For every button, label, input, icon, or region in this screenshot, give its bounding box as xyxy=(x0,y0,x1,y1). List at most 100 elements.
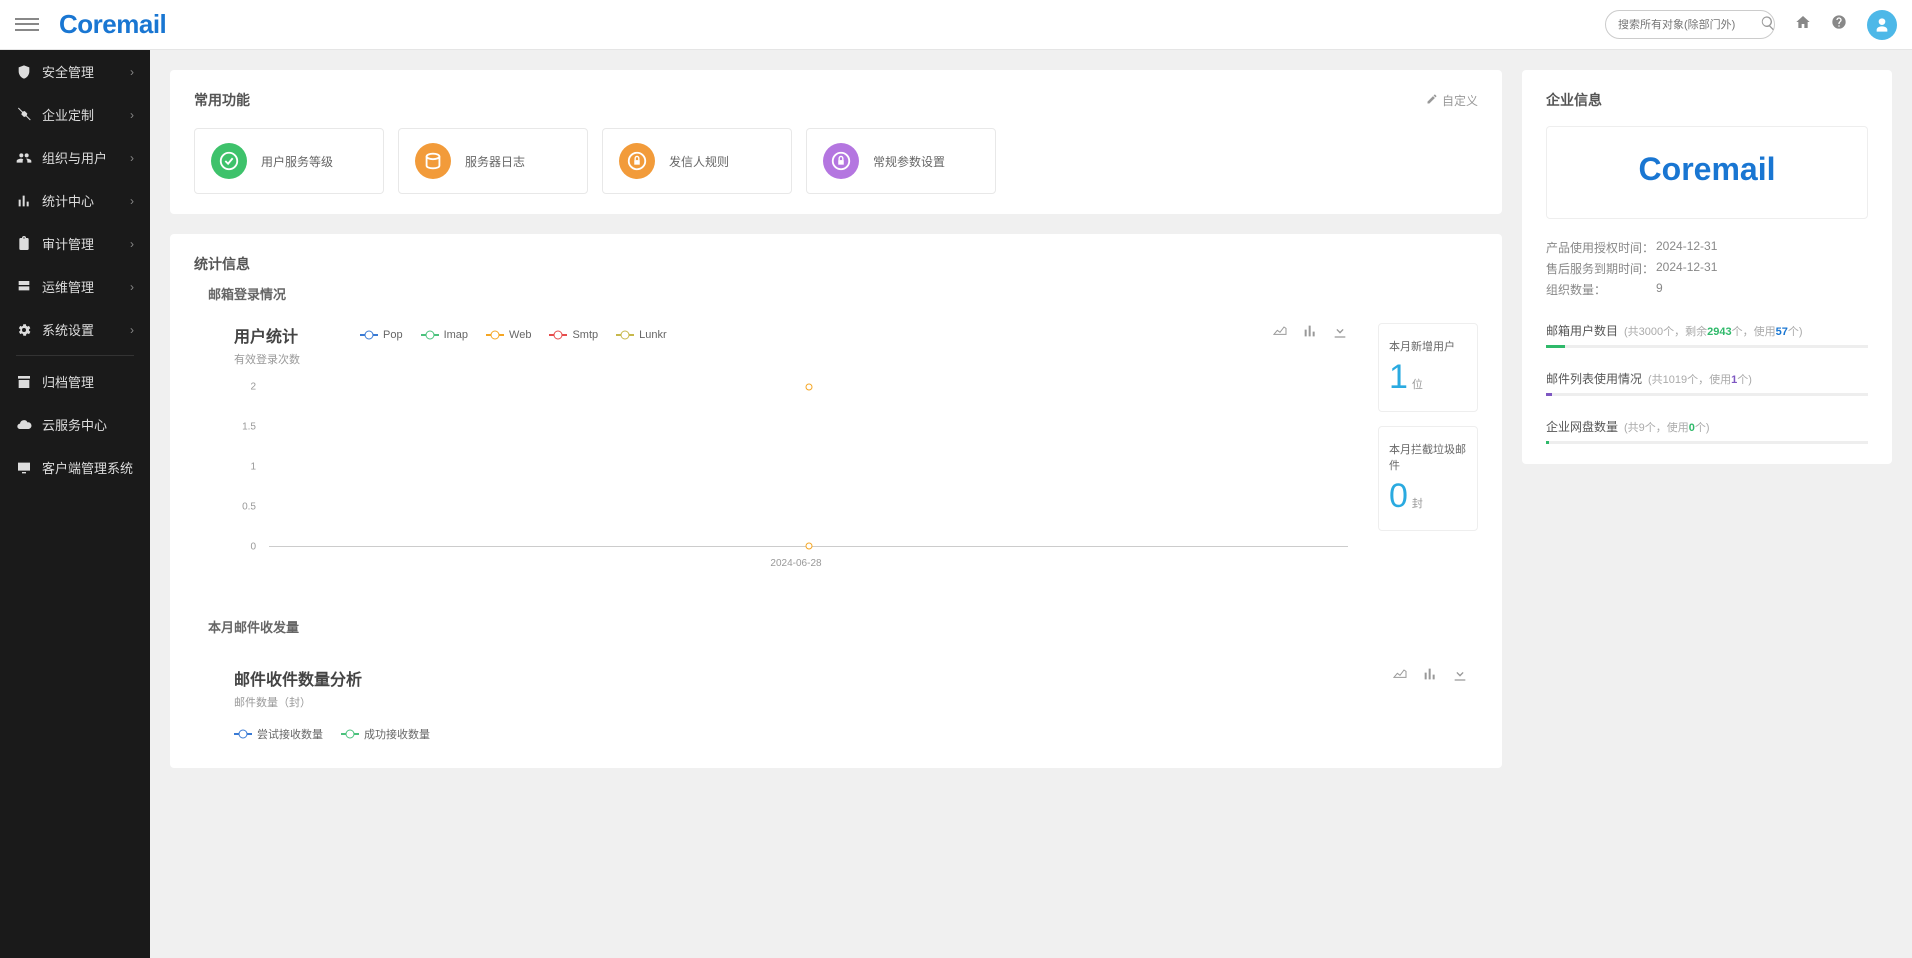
info-val: 9 xyxy=(1656,281,1663,298)
chevron-right-icon: › xyxy=(130,194,134,208)
chart2-subtitle: 邮件数量（封） xyxy=(234,694,362,710)
tools-icon xyxy=(16,107,32,123)
stat-value: 0封 xyxy=(1389,477,1467,516)
info-key: 组织数量： xyxy=(1546,281,1656,298)
sidebar-item-0[interactable]: 安全管理› xyxy=(0,50,150,93)
chevron-right-icon: › xyxy=(130,323,134,337)
sidebar-divider xyxy=(16,355,134,356)
info-val: 2024-12-31 xyxy=(1656,239,1717,256)
legend-item[interactable]: 尝试接收数量 xyxy=(234,726,323,742)
legend-label: Pop xyxy=(383,329,403,341)
sidebar-secondary-1[interactable]: 云服务中心 xyxy=(0,403,150,446)
archive-icon xyxy=(16,374,32,390)
usage-block-0: 邮箱用户数目 (共3000个，剩余2943个，使用57个) xyxy=(1546,322,1868,348)
sidebar-secondary-0[interactable]: 归档管理 xyxy=(0,360,150,403)
chart1-plot xyxy=(269,387,1348,547)
usage-bar xyxy=(1546,441,1868,444)
pencil-icon xyxy=(1426,93,1438,108)
global-search[interactable] xyxy=(1605,10,1775,39)
customize-link[interactable]: 自定义 xyxy=(1426,92,1478,109)
usage-detail: (共3000个，剩余2943个，使用57个) xyxy=(1624,326,1803,338)
legend-marker-icon xyxy=(486,330,504,340)
chart1-subtitle: 有效登录次数 xyxy=(234,351,300,367)
legend-label: Lunkr xyxy=(639,329,667,341)
download-icon[interactable] xyxy=(1452,666,1468,685)
info-row: 产品使用授权时间：2024-12-31 xyxy=(1546,237,1868,258)
tile-label: 用户服务等级 xyxy=(261,153,333,170)
legend-item[interactable]: Lunkr xyxy=(616,329,667,341)
stat-value: 1位 xyxy=(1389,358,1467,397)
side-stats: 本月新增用户1位本月拦截垃圾邮件0封 xyxy=(1378,323,1478,577)
sidebar-secondary-2[interactable]: 客户端管理系统 xyxy=(0,446,150,489)
legend-item[interactable]: Imap xyxy=(421,329,468,341)
login-section-title: 邮箱登录情况 xyxy=(208,284,1478,303)
function-tile-2[interactable]: 发信人规则 xyxy=(602,128,792,194)
chart-bar-icon[interactable] xyxy=(1422,666,1438,685)
usage-detail: (共9个，使用0个) xyxy=(1624,422,1710,434)
function-tile-3[interactable]: 常规参数设置 xyxy=(806,128,996,194)
tile-label: 服务器日志 xyxy=(465,153,525,170)
main-content: 常用功能 自定义 用户服务等级服务器日志发信人规则常规参数设置 统计信息 邮箱登… xyxy=(150,50,1912,788)
home-icon[interactable] xyxy=(1795,14,1811,35)
sidebar-label: 组织与用户 xyxy=(42,148,107,167)
usage-title: 企业网盘数量 xyxy=(1546,420,1618,434)
sidebar-item-3[interactable]: 统计中心› xyxy=(0,179,150,222)
stat-label: 本月拦截垃圾邮件 xyxy=(1389,441,1467,473)
sidebar-item-5[interactable]: 运维管理› xyxy=(0,265,150,308)
menu-toggle-icon[interactable] xyxy=(15,13,39,37)
y-tick: 1.5 xyxy=(242,422,256,433)
stat-unit: 位 xyxy=(1412,376,1423,392)
stat-unit: 封 xyxy=(1412,495,1423,511)
legend-marker-icon xyxy=(341,729,359,739)
chart2-title: 邮件收件数量分析 xyxy=(234,666,362,690)
legend-marker-icon xyxy=(549,330,567,340)
legend-marker-icon xyxy=(616,330,634,340)
desktop-icon xyxy=(16,460,32,476)
chevron-right-icon: › xyxy=(130,151,134,165)
download-icon[interactable] xyxy=(1332,323,1348,342)
legend-label: 尝试接收数量 xyxy=(257,726,323,742)
function-tiles: 用户服务等级 服务器日志 发信人规则 常规参数设置 xyxy=(194,128,1478,194)
enterprise-info-panel: 企业信息 Coremail 产品使用授权时间：2024-12-31售后服务到期时… xyxy=(1522,70,1892,464)
sidebar-item-6[interactable]: 系统设置 › xyxy=(0,308,150,351)
tile-label: 常规参数设置 xyxy=(873,153,945,170)
chart-bar-icon[interactable] xyxy=(1302,323,1318,342)
sidebar-label: 企业定制 xyxy=(42,105,94,124)
sidebar-item-1[interactable]: 企业定制› xyxy=(0,93,150,136)
legend-item[interactable]: Smtp xyxy=(549,329,598,341)
function-tile-0[interactable]: 用户服务等级 xyxy=(194,128,384,194)
chart-line-icon[interactable] xyxy=(1272,323,1288,342)
sidebar-label: 审计管理 xyxy=(42,234,94,253)
function-tile-1[interactable]: 服务器日志 xyxy=(398,128,588,194)
gear-icon xyxy=(16,322,32,338)
legend-item[interactable]: 成功接收数量 xyxy=(341,726,430,742)
usage-detail: (共1019个，使用1个) xyxy=(1648,374,1752,386)
legend-item[interactable]: Pop xyxy=(360,329,403,341)
info-row: 售后服务到期时间：2024-12-31 xyxy=(1546,258,1868,279)
sidebar-label: 客户端管理系统 xyxy=(42,458,133,477)
chart2-legend: 尝试接收数量 成功接收数量 xyxy=(234,720,1478,748)
tile-icon xyxy=(211,143,247,179)
legend-marker-icon xyxy=(360,330,378,340)
stats-title: 统计信息 xyxy=(194,254,1478,274)
search-input[interactable] xyxy=(1618,19,1760,31)
user-avatar[interactable] xyxy=(1867,10,1897,40)
tile-icon xyxy=(823,143,859,179)
legend-marker-icon xyxy=(234,729,252,739)
usage-title: 邮箱用户数目 xyxy=(1546,324,1618,338)
tile-label: 发信人规则 xyxy=(669,153,729,170)
sidebar-item-2[interactable]: 组织与用户 › xyxy=(0,136,150,179)
tile-icon xyxy=(619,143,655,179)
chart-icon xyxy=(16,193,32,209)
legend-label: Web xyxy=(509,329,531,341)
sidebar-label: 运维管理 xyxy=(42,277,94,296)
tile-icon xyxy=(415,143,451,179)
sidebar-label: 云服务中心 xyxy=(42,415,107,434)
sidebar-label: 归档管理 xyxy=(42,372,94,391)
sidebar-label: 系统设置 xyxy=(42,320,94,339)
legend-item[interactable]: Web xyxy=(486,329,531,341)
chart-line-icon[interactable] xyxy=(1392,666,1408,685)
usage-block-2: 企业网盘数量 (共9个，使用0个) xyxy=(1546,418,1868,444)
help-icon[interactable] xyxy=(1831,14,1847,35)
sidebar-item-4[interactable]: 审计管理› xyxy=(0,222,150,265)
